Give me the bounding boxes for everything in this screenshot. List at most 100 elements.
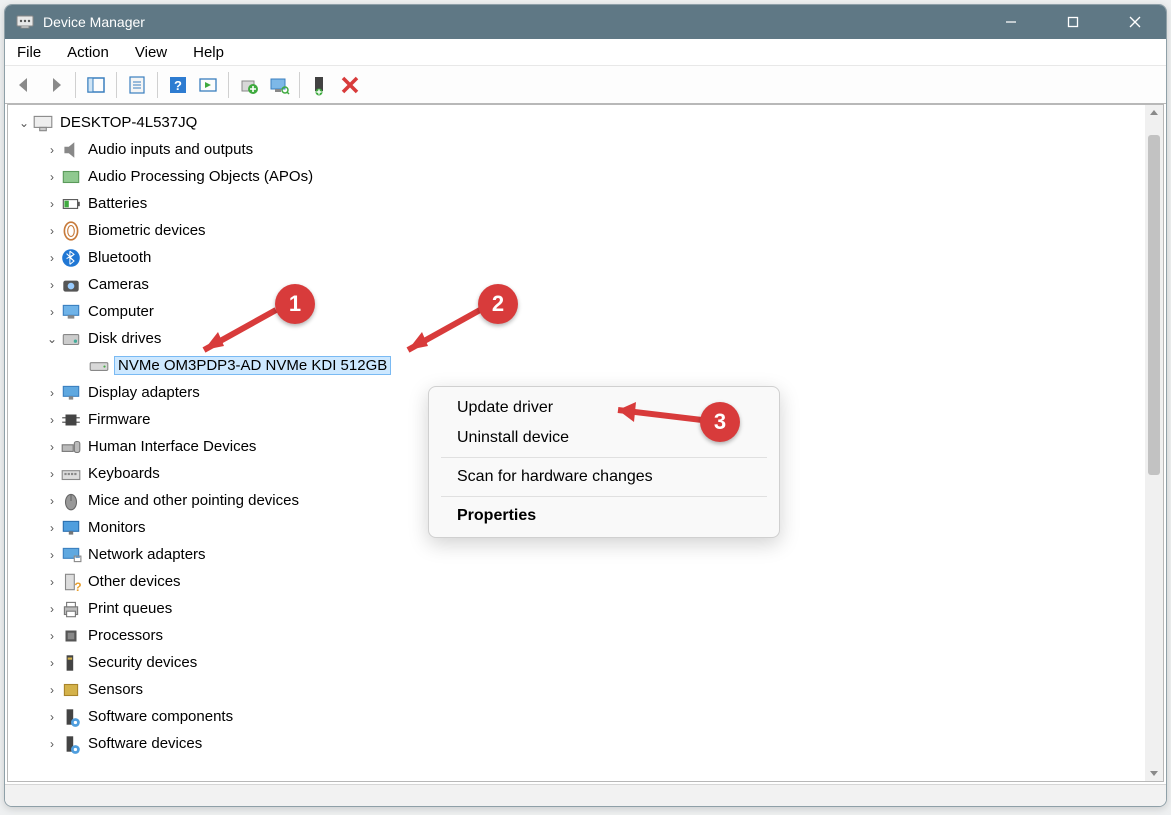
annotation-arrow-1 (184, 304, 284, 360)
minimize-button[interactable] (980, 5, 1042, 39)
category-label: Firmware (86, 411, 153, 428)
category-icon (60, 140, 82, 160)
tree-category[interactable]: › Batteries (16, 190, 1145, 217)
tree-category[interactable]: ›Bluetooth (16, 244, 1145, 271)
update-driver-button[interactable] (235, 71, 263, 99)
close-button[interactable] (1104, 5, 1166, 39)
category-label: Cameras (86, 276, 151, 293)
expand-icon[interactable]: › (44, 521, 60, 535)
menu-file[interactable]: File (11, 42, 47, 63)
tree-category[interactable]: › Processors (16, 622, 1145, 649)
expand-icon[interactable]: › (44, 170, 60, 184)
tree-category[interactable]: ›Print queues (16, 595, 1145, 622)
category-icon (60, 410, 82, 430)
enable-device-button[interactable] (306, 71, 334, 99)
category-label: Keyboards (86, 465, 162, 482)
menu-action[interactable]: Action (61, 42, 115, 63)
expand-icon[interactable]: › (44, 683, 60, 697)
uninstall-device-button[interactable] (336, 71, 364, 99)
tree-category[interactable]: ›Audio Processing Objects (APOs) (16, 163, 1145, 190)
show-hide-tree-button[interactable] (82, 71, 110, 99)
expand-icon[interactable]: › (44, 305, 60, 319)
forward-button[interactable] (41, 71, 69, 99)
category-icon (60, 248, 82, 268)
ctx-separator (441, 496, 767, 497)
vertical-scrollbar[interactable] (1145, 105, 1163, 781)
category-label: Security devices (86, 654, 199, 671)
category-icon (60, 518, 82, 538)
computer-icon (32, 113, 54, 133)
ctx-properties[interactable]: Properties (429, 501, 779, 531)
expand-icon[interactable]: › (44, 224, 60, 238)
tree-category[interactable]: › Network adapters (16, 541, 1145, 568)
expand-icon[interactable]: › (44, 602, 60, 616)
tree-root[interactable]: ⌄DESKTOP-4L537JQ (16, 109, 1145, 136)
expand-icon[interactable]: › (44, 656, 60, 670)
root-label: DESKTOP-4L537JQ (58, 114, 199, 131)
expand-icon[interactable]: › (44, 386, 60, 400)
annotation-arrow-2 (388, 304, 488, 360)
expand-icon[interactable]: › (44, 710, 60, 724)
ctx-separator (441, 457, 767, 458)
category-icon (60, 437, 82, 457)
expand-icon[interactable]: › (44, 737, 60, 751)
app-icon (15, 12, 35, 32)
svg-text:?: ? (174, 78, 182, 93)
ctx-scan-hardware[interactable]: Scan for hardware changes (429, 462, 779, 492)
category-label: Display adapters (86, 384, 202, 401)
scrollbar-thumb[interactable] (1148, 135, 1160, 475)
back-button[interactable] (11, 71, 39, 99)
expand-icon[interactable]: ⌄ (44, 332, 60, 346)
tree-category[interactable]: ›Biometric devices (16, 217, 1145, 244)
help-button[interactable]: ? (164, 71, 192, 99)
expand-icon[interactable]: › (44, 278, 60, 292)
tree-category[interactable]: › Cameras (16, 271, 1145, 298)
scan-hardware-button[interactable] (265, 71, 293, 99)
tree-category[interactable]: › Software devices (16, 730, 1145, 757)
expand-icon[interactable]: › (44, 413, 60, 427)
tree-category[interactable]: › Security devices (16, 649, 1145, 676)
category-icon (60, 707, 82, 727)
expand-icon[interactable]: › (44, 494, 60, 508)
category-label: Sensors (86, 681, 145, 698)
expand-icon[interactable]: › (44, 251, 60, 265)
category-label: Network adapters (86, 546, 208, 563)
tree-category[interactable]: ›Software components (16, 703, 1145, 730)
category-icon (60, 599, 82, 619)
category-icon (60, 680, 82, 700)
expand-icon[interactable]: › (44, 467, 60, 481)
tree-category[interactable]: › Audio inputs and outputs (16, 136, 1145, 163)
category-icon (60, 734, 82, 754)
category-label: Other devices (86, 573, 183, 590)
expand-icon[interactable]: › (44, 143, 60, 157)
title-bar[interactable]: Device Manager (5, 5, 1166, 39)
maximize-button[interactable] (1042, 5, 1104, 39)
action-toolbar-button[interactable] (194, 71, 222, 99)
annotation-badge-1: 1 (275, 284, 315, 324)
expand-icon[interactable]: › (44, 197, 60, 211)
category-label: Audio inputs and outputs (86, 141, 255, 158)
properties-button[interactable] (123, 71, 151, 99)
annotation-badge-2: 2 (478, 284, 518, 324)
menu-help[interactable]: Help (187, 42, 230, 63)
tree-category[interactable]: ›?Other devices (16, 568, 1145, 595)
tree-category[interactable]: › Sensors (16, 676, 1145, 703)
category-icon (60, 626, 82, 646)
expand-icon[interactable]: › (44, 629, 60, 643)
category-label: Human Interface Devices (86, 438, 258, 455)
device-icon (88, 356, 110, 376)
annotation-badge-3: 3 (700, 402, 740, 442)
category-label: Monitors (86, 519, 148, 536)
category-label: Batteries (86, 195, 149, 212)
category-label: Disk drives (86, 330, 163, 347)
category-label: Software devices (86, 735, 204, 752)
menu-view[interactable]: View (129, 42, 173, 63)
expand-icon[interactable]: › (44, 440, 60, 454)
expand-icon[interactable]: › (44, 548, 60, 562)
annotation-arrow-3 (600, 400, 710, 430)
category-icon (60, 194, 82, 214)
category-icon (60, 302, 82, 322)
category-label: Computer (86, 303, 156, 320)
category-label: Processors (86, 627, 165, 644)
expand-icon[interactable]: › (44, 575, 60, 589)
